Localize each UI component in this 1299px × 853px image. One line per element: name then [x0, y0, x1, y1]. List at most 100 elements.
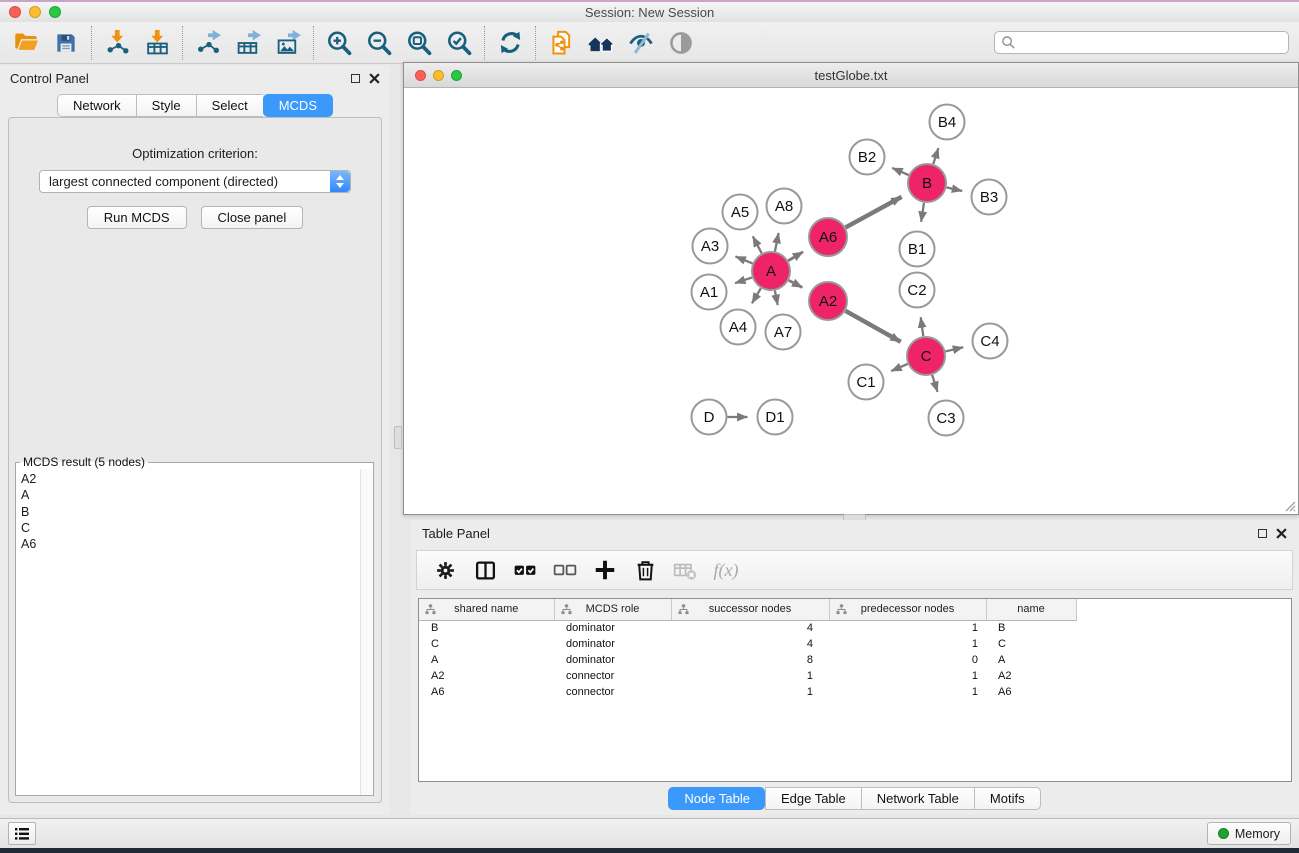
memory-button[interactable]: Memory	[1207, 822, 1291, 845]
graph-node-A7[interactable]: A7	[766, 315, 801, 350]
graph-edge-B-B3[interactable]	[947, 187, 963, 191]
delete-table-button[interactable]	[667, 553, 703, 587]
graph-node-B[interactable]: B	[908, 164, 946, 202]
graph-edge-A2-C[interactable]	[845, 311, 900, 342]
delete-column-button[interactable]	[627, 553, 663, 587]
export-table-button[interactable]	[228, 25, 268, 61]
graph-edge-B-B2[interactable]	[892, 168, 908, 175]
vertical-split-handle[interactable]	[394, 426, 402, 449]
zoom-selected-button[interactable]	[439, 25, 479, 61]
graph-node-A4[interactable]: A4	[721, 310, 756, 345]
select-all-button[interactable]	[507, 553, 543, 587]
graph-node-A6[interactable]: A6	[809, 218, 847, 256]
graph-node-C3[interactable]: C3	[929, 401, 964, 436]
resize-grip-icon[interactable]	[1282, 498, 1296, 512]
clone-network-button[interactable]	[541, 25, 581, 61]
tab-network-table[interactable]: Network Table	[861, 787, 974, 810]
graph-edge-C-C4[interactable]	[945, 347, 963, 351]
search-input[interactable]	[994, 31, 1289, 54]
function-builder-button[interactable]: f(x)	[707, 553, 743, 587]
graph-edge-A-A1[interactable]	[735, 277, 752, 283]
mcds-result-item[interactable]: B	[16, 504, 360, 520]
show-details-button[interactable]	[661, 25, 701, 61]
graph-edge-B-B4[interactable]	[933, 148, 938, 164]
import-network-button[interactable]	[97, 25, 137, 61]
optimization-criterion-select[interactable]: largest connected component (directed)	[39, 170, 351, 193]
graph-node-B4[interactable]: B4	[930, 105, 965, 140]
graph-node-A3[interactable]: A3	[693, 229, 728, 264]
mcds-result-item[interactable]: A6	[16, 536, 360, 552]
table-row[interactable]: Bdominator41B	[419, 620, 1076, 636]
graph-edge-A-A2[interactable]	[789, 280, 803, 287]
graph-edge-C-C1[interactable]	[891, 364, 907, 371]
show-columns-button[interactable]	[467, 553, 503, 587]
graph-node-A5[interactable]: A5	[723, 195, 758, 230]
table-row[interactable]: Cdominator41C	[419, 636, 1076, 652]
houses-button[interactable]	[581, 25, 621, 61]
graph-node-B1[interactable]: B1	[900, 232, 935, 267]
open-session-button[interactable]	[6, 25, 46, 61]
add-column-button[interactable]	[587, 553, 623, 587]
save-session-button[interactable]	[46, 25, 86, 61]
graph-node-A8[interactable]: A8	[767, 189, 802, 224]
graph-node-B3[interactable]: B3	[972, 180, 1007, 215]
import-table-button[interactable]	[137, 25, 177, 61]
close-panel-button[interactable]: Close panel	[201, 206, 304, 229]
col-name[interactable]: name	[986, 599, 1076, 620]
graph-node-C2[interactable]: C2	[900, 273, 935, 308]
table-settings-button[interactable]	[427, 553, 463, 587]
mcds-result-scrollbar[interactable]	[360, 469, 373, 795]
export-network-button[interactable]	[188, 25, 228, 61]
graph-node-B2[interactable]: B2	[850, 140, 885, 175]
graph-node-C1[interactable]: C1	[849, 365, 884, 400]
col-mcds-role[interactable]: MCDS role	[554, 599, 671, 620]
col-successor-nodes[interactable]: successor nodes	[671, 599, 829, 620]
graph-edge-A-A8[interactable]	[775, 233, 779, 251]
graph-node-C4[interactable]: C4	[973, 324, 1008, 359]
float-table-panel-icon[interactable]	[1258, 529, 1267, 538]
graph-edge-A-A7[interactable]	[775, 291, 778, 305]
graph-node-A1[interactable]: A1	[692, 275, 727, 310]
tab-motifs[interactable]: Motifs	[974, 787, 1041, 810]
graph-edge-A-A5[interactable]	[753, 236, 762, 253]
float-panel-icon[interactable]	[351, 74, 360, 83]
graph-edge-A-A6[interactable]	[788, 252, 803, 261]
graph-edge-A6-B[interactable]	[846, 197, 902, 228]
table-row[interactable]: A6connector11A6	[419, 684, 1076, 700]
run-mcds-button[interactable]: Run MCDS	[87, 206, 187, 229]
col-shared-name[interactable]: shared name	[419, 599, 554, 620]
mcds-result-item[interactable]: A	[16, 487, 360, 503]
tab-style[interactable]: Style	[136, 94, 196, 117]
tab-edge-table[interactable]: Edge Table	[765, 787, 861, 810]
deselect-all-button[interactable]	[547, 553, 583, 587]
zoom-in-button[interactable]	[319, 25, 359, 61]
graph-edge-C-C3[interactable]	[932, 375, 937, 392]
task-history-button[interactable]	[8, 822, 36, 845]
refresh-button[interactable]	[490, 25, 530, 61]
mcds-result-item[interactable]: A2	[16, 471, 360, 487]
table-row[interactable]: A2connector11A2	[419, 668, 1076, 684]
tab-mcds[interactable]: MCDS	[263, 94, 333, 117]
tab-select[interactable]: Select	[196, 94, 263, 117]
table-row[interactable]: Adominator80A	[419, 652, 1076, 668]
close-table-panel-icon[interactable]	[1276, 528, 1287, 539]
mcds-result-item[interactable]: C	[16, 520, 360, 536]
graph-node-A[interactable]: A	[752, 252, 790, 290]
zoom-fit-button[interactable]	[399, 25, 439, 61]
graph-node-D1[interactable]: D1	[758, 400, 793, 435]
tab-network[interactable]: Network	[57, 94, 136, 117]
zoom-out-button[interactable]	[359, 25, 399, 61]
graph-edge-B-B1[interactable]	[921, 203, 924, 222]
hide-details-button[interactable]	[621, 25, 661, 61]
graph-edge-A-A3[interactable]	[735, 256, 752, 263]
graph-node-D[interactable]: D	[692, 400, 727, 435]
network-window-titlebar[interactable]: testGlobe.txt	[404, 63, 1298, 88]
graph-node-C[interactable]: C	[907, 337, 945, 375]
tab-node-table[interactable]: Node Table	[668, 787, 765, 810]
export-image-button[interactable]	[268, 25, 308, 61]
col-predecessor-nodes[interactable]: predecessor nodes	[829, 599, 986, 620]
close-panel-icon[interactable]	[369, 73, 380, 84]
graph-node-A2[interactable]: A2	[809, 282, 847, 320]
network-canvas[interactable]: A A1 A2 A3 A4 A5 A6 A7 A8 B B1 B2 B3 B4 C C1 C2 C3 C4 D D1	[404, 88, 1298, 514]
graph-edge-C-C2[interactable]	[921, 317, 924, 336]
